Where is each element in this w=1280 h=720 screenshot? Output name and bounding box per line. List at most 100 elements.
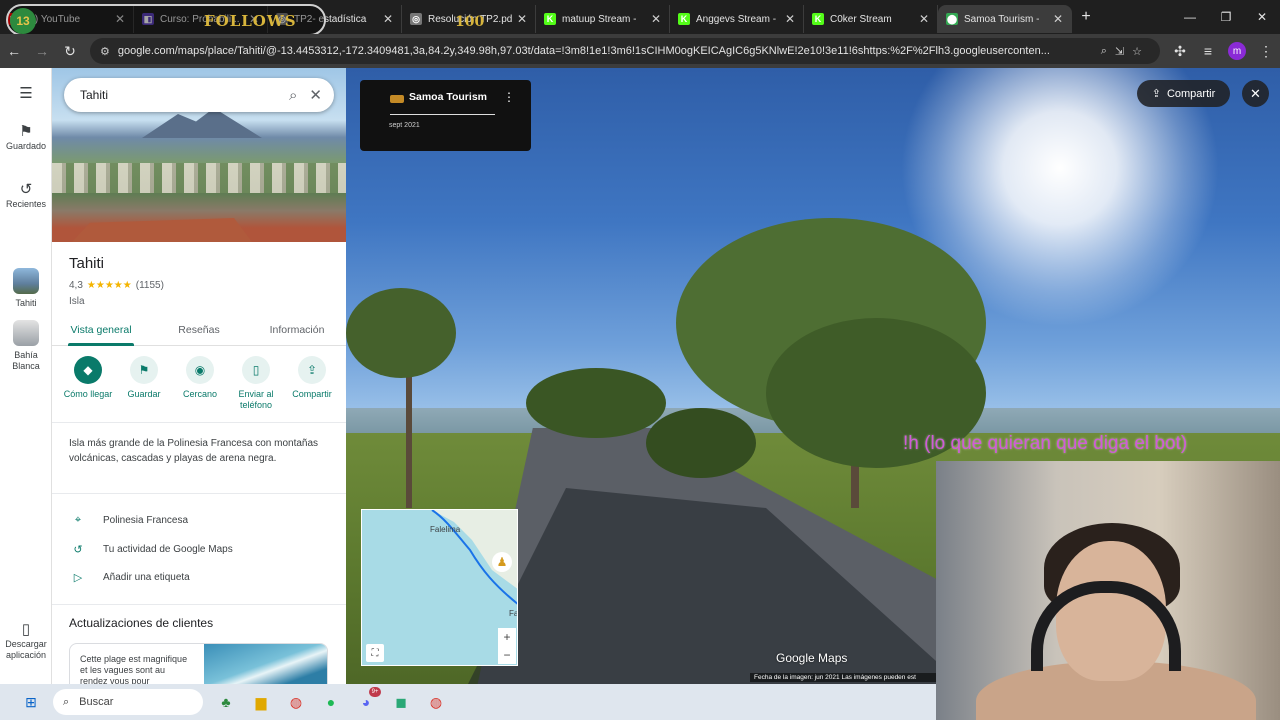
location-pin-icon: ⌖ — [74, 514, 82, 526]
stream-badge: 13 — [10, 8, 36, 34]
action-directions-button[interactable]: ◆ Cómo llegar — [60, 356, 116, 416]
stream-bot-text: !h (lo que quieran que diga el bot) — [903, 433, 1188, 454]
search-input[interactable]: Tahiti — [80, 88, 277, 102]
share-icon: ⇪ — [298, 356, 326, 384]
site-info-icon[interactable]: ⚙ — [100, 45, 110, 58]
info-row[interactable]: ↺ Tu actividad de Google Maps — [69, 543, 329, 556]
zoom-in-icon[interactable]: + — [498, 628, 516, 646]
action-buttons: ◆ Cómo llegar ⚑ Guardar ◉ Cercano ▯ Enviar al t… — [60, 356, 340, 416]
install-icon[interactable]: ⇲ — [1115, 45, 1124, 58]
menu-kebab-icon[interactable]: ⋮ — [1252, 37, 1280, 65]
extensions-icon[interactable]: ✣ — [1166, 37, 1194, 65]
bookmark-star-icon[interactable]: ☆ — [1132, 45, 1142, 58]
info-row[interactable]: ⌖ Polinesia Francesa — [69, 514, 329, 527]
street-view-author[interactable]: Samoa Tourism — [409, 91, 487, 103]
app-icon[interactable]: ◼ — [384, 687, 418, 717]
webcam-overlay — [936, 461, 1280, 720]
discord-badge: 9+ — [369, 687, 381, 697]
new-tab-button[interactable]: + — [1072, 8, 1100, 26]
action-nearby-button[interactable]: ◉ Cercano — [172, 356, 228, 416]
reload-icon[interactable]: ↻ — [56, 37, 84, 65]
maps-left-rail: ☰ ⚑ Guardado ↺ Recientes Tahiti Bahía Bl… — [0, 68, 52, 684]
file-explorer-icon[interactable]: ▆ — [244, 687, 278, 717]
minimize-icon[interactable]: — — [1172, 0, 1208, 34]
rail-saved-label: Guardado — [5, 141, 47, 151]
browser-tab[interactable]: K Anggevs Stream - ✕ — [670, 5, 804, 33]
browser-tab[interactable]: ⬤ Samoa Tourism - ✕ — [938, 5, 1072, 33]
zoom-icon[interactable]: ⌕ — [1101, 45, 1107, 58]
close-tab-icon[interactable]: ✕ — [919, 12, 929, 26]
info-row[interactable]: ▷ Añadir una etiqueta — [69, 571, 329, 584]
clear-search-icon[interactable]: ✕ — [309, 86, 322, 104]
card-menu-icon[interactable]: ⋮ — [503, 90, 515, 104]
rail-recent-label: Recientes — [5, 199, 47, 209]
tab-reviews[interactable]: Reseñas — [150, 318, 248, 345]
action-label: Enviar al teléfono — [238, 389, 274, 410]
profile-avatar[interactable]: m — [1228, 42, 1246, 60]
close-street-view-button[interactable]: ✕ — [1242, 80, 1269, 107]
pegman-icon[interactable]: ♟ — [492, 552, 512, 572]
forward-icon[interactable]: → — [28, 37, 56, 65]
close-tab-icon[interactable]: ✕ — [1053, 12, 1063, 26]
rail-recent[interactable]: ↺ Recientes — [0, 182, 52, 210]
rail-saved[interactable]: ⚑ Guardado — [0, 123, 52, 152]
action-share-button[interactable]: ⇪ Compartir — [284, 356, 340, 416]
close-tab-icon[interactable]: ✕ — [785, 12, 795, 26]
close-window-icon[interactable]: ✕ — [1244, 0, 1280, 34]
chrome-profile-icon[interactable]: ◍ — [419, 687, 453, 717]
rail-tahiti[interactable]: Tahiti — [0, 268, 52, 309]
menu-hamburger-icon[interactable]: ☰ — [0, 86, 52, 103]
tab-overview[interactable]: Vista general — [52, 318, 150, 346]
widgets-icon[interactable]: ♣ — [209, 687, 243, 717]
kick-icon: K — [678, 13, 690, 25]
info-row-label: Añadir una etiqueta — [103, 572, 190, 583]
url-field[interactable]: ⚙ google.com/maps/place/Tahiti/@-13.4453… — [90, 38, 1160, 64]
minimap-place-label-2: Fa — [509, 609, 518, 618]
tab-info[interactable]: Información — [248, 318, 346, 345]
google-maps-logo: Google Maps — [776, 651, 848, 665]
taskbar: ⊞ ⌕ Buscar ♣ ▆ ◍ ● ◕ 9+ ◼ ◍ — [0, 684, 936, 720]
bahia-thumbnail — [13, 320, 39, 346]
maximize-icon[interactable]: ❐ — [1208, 0, 1244, 34]
action-phone-button[interactable]: ▯ Enviar al teléfono — [228, 356, 284, 416]
samoa-tourism-logo — [390, 95, 404, 103]
update-card[interactable]: Cette plage est magnifique et les vagues… — [69, 643, 328, 684]
place-type: Isla — [69, 296, 85, 307]
close-tab-icon[interactable]: ✕ — [383, 12, 393, 26]
tab-title: Anggevs Stream - — [696, 13, 777, 25]
minimap[interactable]: Falelima Fa ♟ + − ⛶ — [361, 509, 518, 666]
address-bar-row: ← → ↻ ⚙ google.com/maps/place/Tahiti/@-1… — [0, 34, 1280, 68]
share-button[interactable]: ⇪ Compartir — [1137, 80, 1230, 107]
bookmark-icon: ⚑ — [19, 123, 33, 140]
search-icon[interactable]: ⌕ — [289, 87, 297, 104]
action-bookmark-button[interactable]: ⚑ Guardar — [116, 356, 172, 416]
share-label: Compartir — [1166, 87, 1216, 100]
follows-label: FOLLOWS — [204, 12, 297, 30]
discord-icon[interactable]: ◕ 9+ — [349, 687, 383, 717]
expand-map-icon[interactable]: ⛶ — [366, 644, 384, 662]
browser-tab[interactable]: Kmatuup Stream - ✕ — [536, 5, 670, 33]
screen: ▶(8) YouTube✕◧Curso: Probabili...✕◎TP2- … — [0, 0, 1280, 720]
back-icon[interactable]: ← — [0, 37, 28, 65]
windows-start-icon[interactable]: ⊞ — [14, 687, 48, 717]
update-card-text: Cette plage est magnifique et les vagues… — [80, 654, 188, 684]
close-tab-icon[interactable]: ✕ — [517, 12, 527, 26]
rail-bahia[interactable]: Bahía Blanca — [0, 320, 52, 372]
close-tab-icon[interactable]: ✕ — [651, 12, 661, 26]
review-count[interactable]: (1155) — [136, 280, 164, 291]
zoom-out-icon[interactable]: − — [498, 646, 516, 664]
info-row-label: Polinesia Francesa — [103, 515, 189, 526]
spotify-icon[interactable]: ● — [314, 687, 348, 717]
browser-tab[interactable]: K C0ker Stream ✕ — [804, 5, 938, 33]
rail-tahiti-label: Tahiti — [15, 298, 37, 308]
follows-count: 100 — [455, 14, 485, 30]
history-icon: ↺ — [73, 544, 83, 556]
street-view-info-card: Samoa Tourism ⋮ sept 2021 — [360, 80, 531, 151]
rail-download[interactable]: ▯ Descargar aplicación — [0, 622, 52, 661]
taskbar-search[interactable]: ⌕ Buscar — [53, 689, 203, 715]
chrome-icon[interactable]: ◍ — [279, 687, 313, 717]
updates-title: Actualizaciones de clientes — [69, 616, 214, 630]
place-panel: Tahiti ⌕ ✕ Tahiti 4,3 ★★★★★ (1155) Isla … — [52, 68, 346, 684]
media-control-icon[interactable]: ≡ — [1194, 37, 1222, 65]
search-box[interactable]: Tahiti ⌕ ✕ — [64, 78, 334, 112]
